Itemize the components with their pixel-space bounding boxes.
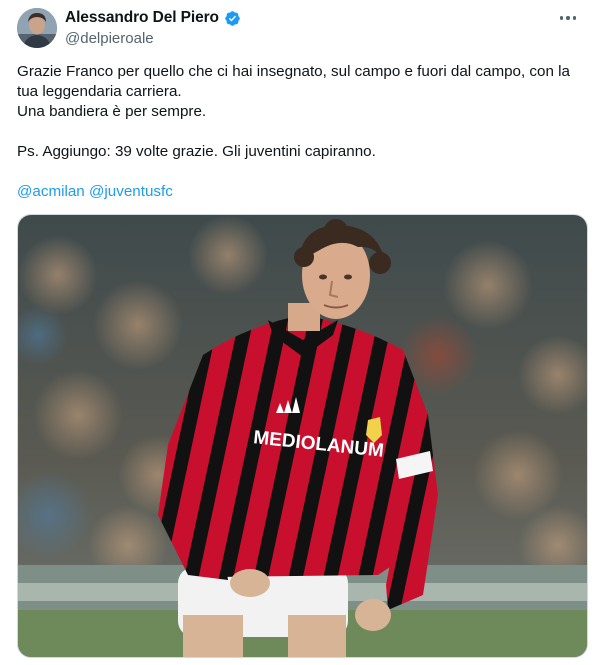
- avatar[interactable]: [17, 8, 57, 48]
- more-options-icon: [559, 16, 564, 20]
- tweet-paragraph: Grazie Franco per quello che ci hai inse…: [17, 63, 570, 100]
- tweet-paragraph: Ps. Aggiungo: 39 volte grazie. Gli juven…: [17, 143, 376, 160]
- tweet-card[interactable]: Alessandro Del Piero @delpieroale Grazie…: [0, 0, 600, 665]
- tweet-header: Alessandro Del Piero @delpieroale: [17, 8, 586, 52]
- handle[interactable]: @delpieroale: [65, 30, 154, 47]
- mention-acmilan[interactable]: @acmilan: [17, 183, 85, 200]
- tweet-paragraph: Una bandiera è per sempre.: [17, 103, 207, 120]
- name-row: Alessandro Del Piero: [65, 9, 241, 27]
- display-name[interactable]: Alessandro Del Piero: [65, 9, 219, 27]
- tweet-text: Grazie Franco per quello che ci hai inse…: [17, 62, 589, 202]
- tweet-photo[interactable]: MEDIOLANUM: [17, 214, 588, 658]
- avatar-image: [17, 8, 57, 48]
- photo: MEDIOLANUM: [18, 215, 587, 657]
- more-options-button[interactable]: [556, 8, 580, 28]
- mentions-line: @acmilan @juventusfc: [17, 182, 589, 202]
- mention-juventusfc[interactable]: @juventusfc: [89, 183, 173, 200]
- verified-badge-icon: [225, 10, 240, 26]
